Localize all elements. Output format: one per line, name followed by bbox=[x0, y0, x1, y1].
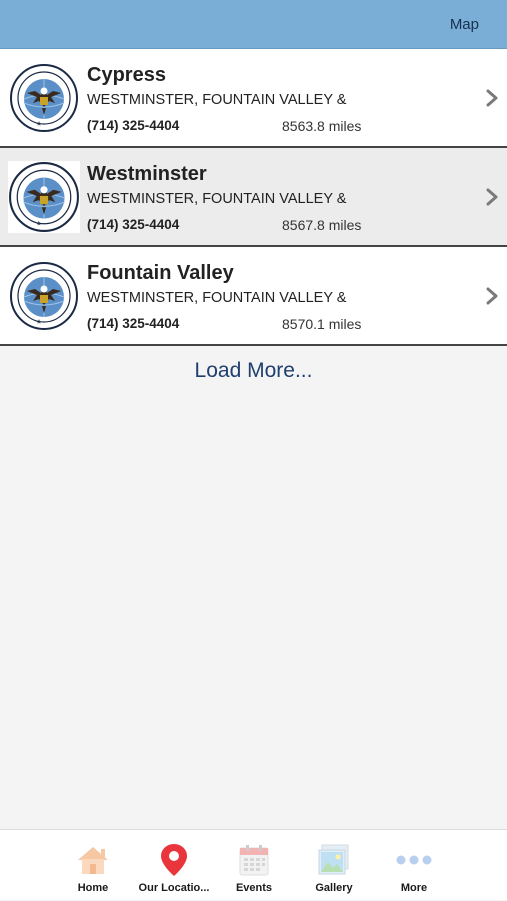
tab-gallery[interactable]: Gallery bbox=[289, 830, 379, 901]
location-distance: 8563.8 miles bbox=[282, 118, 362, 134]
tab-label: Home bbox=[77, 882, 109, 894]
location-title: Westminster bbox=[87, 163, 207, 185]
gallery-icon bbox=[318, 844, 349, 875]
location-title: Cypress bbox=[87, 64, 166, 86]
location-row-cypress[interactable]: Cypress WESTMINSTER, FOUNTAIN VALLEY & (… bbox=[0, 49, 507, 148]
calendar-icon bbox=[239, 845, 269, 876]
map-button[interactable]: Map bbox=[450, 16, 479, 33]
top-navigation-bar: Map bbox=[0, 0, 507, 49]
chevron-right-icon bbox=[486, 188, 498, 206]
bottom-tab-bar: Home Our Locatio... Events Gallery More bbox=[0, 829, 507, 900]
location-phone: (714) 325-4404 bbox=[87, 316, 180, 331]
location-pin-icon bbox=[161, 844, 187, 876]
location-address: WESTMINSTER, FOUNTAIN VALLEY & bbox=[87, 290, 347, 306]
tab-label: More bbox=[400, 882, 428, 894]
tab-label: Events bbox=[235, 882, 273, 894]
location-row-fountain-valley[interactable]: Fountain Valley WESTMINSTER, FOUNTAIN VA… bbox=[0, 247, 507, 346]
location-distance: 8570.1 miles bbox=[282, 316, 362, 332]
school-logo bbox=[8, 161, 80, 233]
home-icon bbox=[78, 847, 108, 874]
location-row-westminster[interactable]: Westminster WESTMINSTER, FOUNTAIN VALLEY… bbox=[0, 148, 507, 247]
locations-list: Cypress WESTMINSTER, FOUNTAIN VALLEY & (… bbox=[0, 49, 507, 346]
tab-label: Our Locatio... bbox=[138, 882, 210, 894]
load-more-button[interactable]: Load More... bbox=[0, 359, 507, 383]
chevron-right-icon bbox=[486, 287, 498, 305]
location-distance: 8567.8 miles bbox=[282, 217, 362, 233]
location-address: WESTMINSTER, FOUNTAIN VALLEY & bbox=[87, 92, 347, 108]
location-phone: (714) 325-4404 bbox=[87, 217, 180, 232]
tab-label: Gallery bbox=[315, 882, 353, 894]
location-address: WESTMINSTER, FOUNTAIN VALLEY & bbox=[87, 191, 347, 207]
tab-home[interactable]: Home bbox=[48, 830, 138, 901]
location-phone: (714) 325-4404 bbox=[87, 118, 180, 133]
chevron-right-icon bbox=[486, 89, 498, 107]
tab-our-locations[interactable]: Our Locatio... bbox=[129, 830, 219, 901]
school-logo bbox=[9, 63, 79, 133]
location-title: Fountain Valley bbox=[87, 262, 234, 284]
more-dots-icon bbox=[396, 855, 432, 865]
school-logo bbox=[9, 261, 79, 331]
tab-more[interactable]: More bbox=[369, 830, 459, 901]
tab-events[interactable]: Events bbox=[209, 830, 299, 901]
